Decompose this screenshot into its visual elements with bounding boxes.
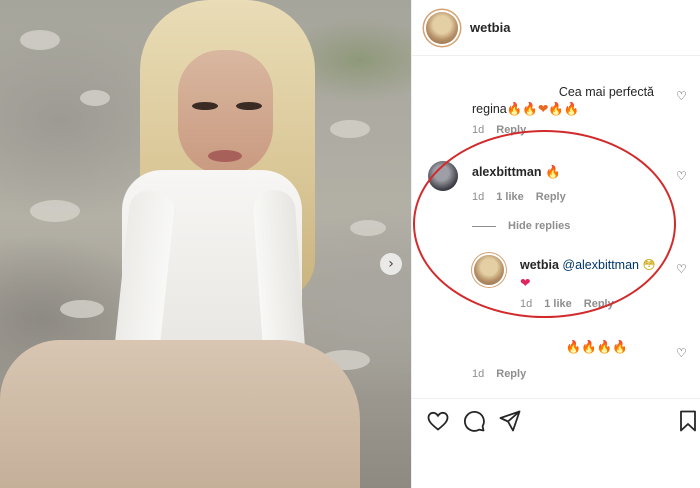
comment-item: Cea mai perfectă regina🔥🔥❤🔥🔥 1d Reply	[472, 83, 682, 136]
share-icon[interactable]	[498, 409, 522, 433]
like-comment-icon[interactable]: ♡	[676, 347, 688, 359]
reply-emoji: 😳	[642, 257, 656, 272]
reply-username[interactable]: wetbia	[520, 258, 559, 272]
post-header: wetbia	[412, 0, 700, 56]
reply-heart-emoji: ❤	[520, 275, 531, 290]
avatar[interactable]	[426, 11, 458, 44]
comment-text-line2: regina	[472, 102, 507, 116]
comment-likes[interactable]: 1 like	[496, 191, 524, 203]
post-actions	[412, 398, 700, 443]
comment-time[interactable]: 1d	[472, 124, 484, 136]
comment-username[interactable]: alexbittman	[472, 165, 541, 179]
post-username[interactable]: wetbia	[470, 20, 510, 35]
comment-item: alexbittman 🔥 1d 1 like Reply	[472, 163, 672, 203]
comment-item: 🔥🔥🔥🔥 1d Reply	[472, 338, 682, 380]
post-sidebar: wetbia Cea mai perfectă regina🔥🔥❤🔥🔥 1d R…	[411, 0, 700, 488]
next-photo-button[interactable]: ›	[380, 253, 402, 275]
comment-time[interactable]: 1d	[472, 191, 484, 203]
reply-item: wetbia @alexbittman 😳 ❤ 1d 1 like Reply	[520, 256, 680, 310]
reply-button[interactable]: Reply	[496, 368, 526, 380]
avatar[interactable]	[474, 255, 504, 285]
reply-button[interactable]: Reply	[584, 298, 614, 310]
comment-list[interactable]: Cea mai perfectă regina🔥🔥❤🔥🔥 1d Reply ♡ …	[412, 57, 700, 398]
reply-likes[interactable]: 1 like	[544, 298, 572, 310]
like-comment-icon[interactable]: ♡	[676, 263, 688, 275]
hide-replies-label: Hide replies	[508, 220, 571, 232]
like-comment-icon[interactable]: ♡	[676, 170, 688, 182]
comment-text-line1: Cea mai perfectă	[558, 85, 654, 99]
heart-icon[interactable]	[426, 409, 450, 433]
avatar[interactable]	[428, 161, 458, 191]
post-photo[interactable]: ›	[0, 0, 411, 488]
comment-time[interactable]: 1d	[472, 368, 484, 380]
bookmark-icon[interactable]	[676, 409, 700, 433]
hide-replies-button[interactable]: Hide replies	[472, 220, 570, 232]
reply-button[interactable]: Reply	[536, 191, 566, 203]
reply-button[interactable]: Reply	[496, 124, 526, 136]
comment-emojis: 🔥🔥🔥🔥	[565, 339, 628, 354]
comment-icon[interactable]	[462, 409, 486, 433]
comment-emojis: 🔥🔥❤🔥🔥	[506, 101, 580, 116]
divider	[472, 225, 496, 227]
comment-emoji: 🔥	[544, 164, 561, 179]
reply-mention[interactable]: @alexbittman	[562, 258, 639, 272]
like-comment-icon[interactable]: ♡	[676, 90, 688, 102]
reply-time[interactable]: 1d	[520, 298, 532, 310]
